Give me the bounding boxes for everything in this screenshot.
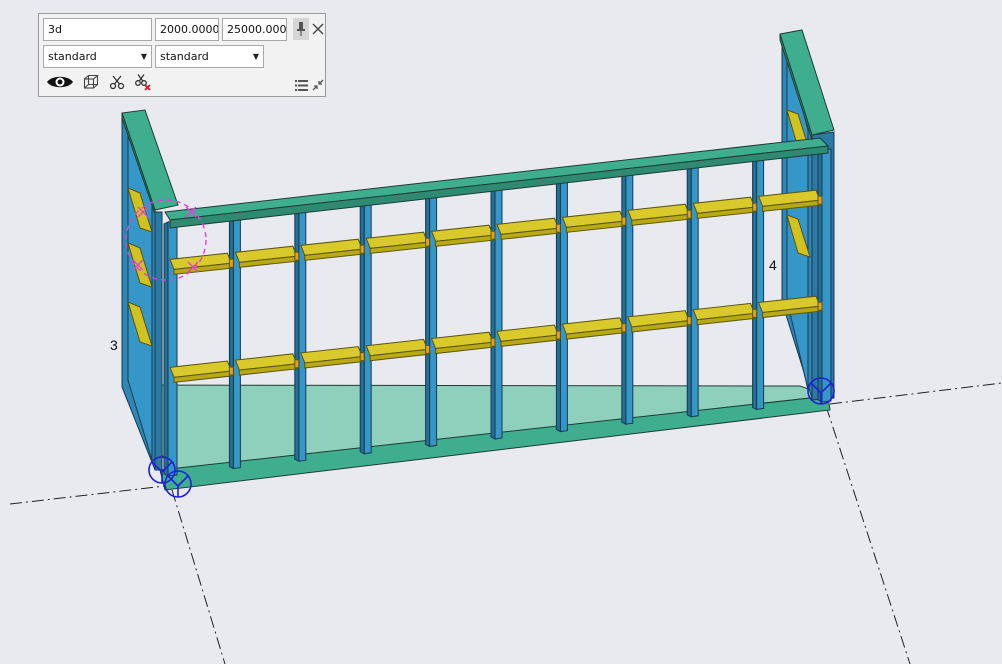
shelf-bracket xyxy=(752,202,758,212)
chevron-down-icon: ▼ xyxy=(140,52,147,61)
stud[interactable] xyxy=(559,177,568,433)
view-depth-down-input[interactable]: 25000.000000 xyxy=(222,18,287,41)
stud-side xyxy=(621,170,627,426)
shelf-bracket xyxy=(817,301,823,311)
shelf-bracket xyxy=(228,258,234,268)
model-viewport[interactable]: 3 4 xyxy=(0,0,1002,664)
pin-icon xyxy=(297,22,305,36)
shelf-bracket xyxy=(425,344,431,354)
stud-side xyxy=(752,156,758,411)
stud-side xyxy=(555,177,561,433)
close-icon xyxy=(312,23,324,35)
display-setting-select-2[interactable]: standard ▼ xyxy=(155,45,264,68)
work-area-button[interactable] xyxy=(80,71,102,93)
stud-side xyxy=(294,206,300,463)
list-button[interactable] xyxy=(293,76,309,94)
stud-side xyxy=(228,213,234,470)
stud-side xyxy=(359,199,365,455)
shelf-bracket xyxy=(359,244,365,254)
shelf-bracket xyxy=(294,251,300,261)
stud-side xyxy=(163,221,169,477)
visibility-button[interactable] xyxy=(45,71,75,93)
axis-label-left: 3 xyxy=(110,337,118,353)
shelf-bracket xyxy=(752,308,758,318)
stud[interactable] xyxy=(756,155,765,410)
view-display-panel: 3d 2000.000000 25000.000000 standard ▼ s… xyxy=(38,13,326,97)
display-setting-select-1[interactable]: standard ▼ xyxy=(43,45,152,68)
stud-side xyxy=(425,192,431,448)
shelf-bracket xyxy=(686,316,692,326)
display-setting-1-value: standard xyxy=(48,50,97,63)
collapse-icon xyxy=(312,79,324,91)
stud-side xyxy=(686,163,692,418)
chevron-down-icon: ▼ xyxy=(252,52,259,61)
shelf-bracket xyxy=(621,216,627,226)
shelf-bracket xyxy=(555,223,561,233)
shelf-bracket xyxy=(490,230,496,240)
display-setting-2-value: standard xyxy=(160,50,209,63)
shelf-bracket xyxy=(294,359,300,369)
eye-icon xyxy=(47,76,73,88)
shelf-bracket xyxy=(490,337,496,347)
clip-plane-button[interactable] xyxy=(106,71,128,93)
shelf-bracket xyxy=(555,330,561,340)
stud[interactable] xyxy=(821,148,832,403)
wireframe-cube-icon xyxy=(83,74,99,89)
shelf-bracket xyxy=(359,352,365,362)
stud[interactable] xyxy=(625,170,634,425)
shelf-bracket xyxy=(817,195,823,205)
stud[interactable] xyxy=(429,191,438,447)
shelf-bracket xyxy=(228,366,234,376)
close-button[interactable] xyxy=(310,18,326,40)
clip-remove-icon xyxy=(135,74,151,91)
pin-button[interactable] xyxy=(293,18,309,40)
stud[interactable] xyxy=(690,162,699,418)
axis-label-right: 4 xyxy=(769,257,777,273)
stud-side xyxy=(817,149,823,403)
shelf-bracket xyxy=(621,323,627,333)
scissors-icon xyxy=(109,75,125,90)
remove-clip-planes-button[interactable] xyxy=(132,71,154,93)
shelf-bracket xyxy=(686,209,692,219)
view-depth-up-input[interactable]: 2000.000000 xyxy=(155,18,219,41)
shelf-bracket xyxy=(425,237,431,247)
list-icon xyxy=(294,79,308,91)
collapse-button[interactable] xyxy=(310,76,326,94)
view-name-input[interactable]: 3d xyxy=(43,18,152,41)
stud[interactable] xyxy=(494,184,503,440)
stud-side xyxy=(490,185,496,440)
